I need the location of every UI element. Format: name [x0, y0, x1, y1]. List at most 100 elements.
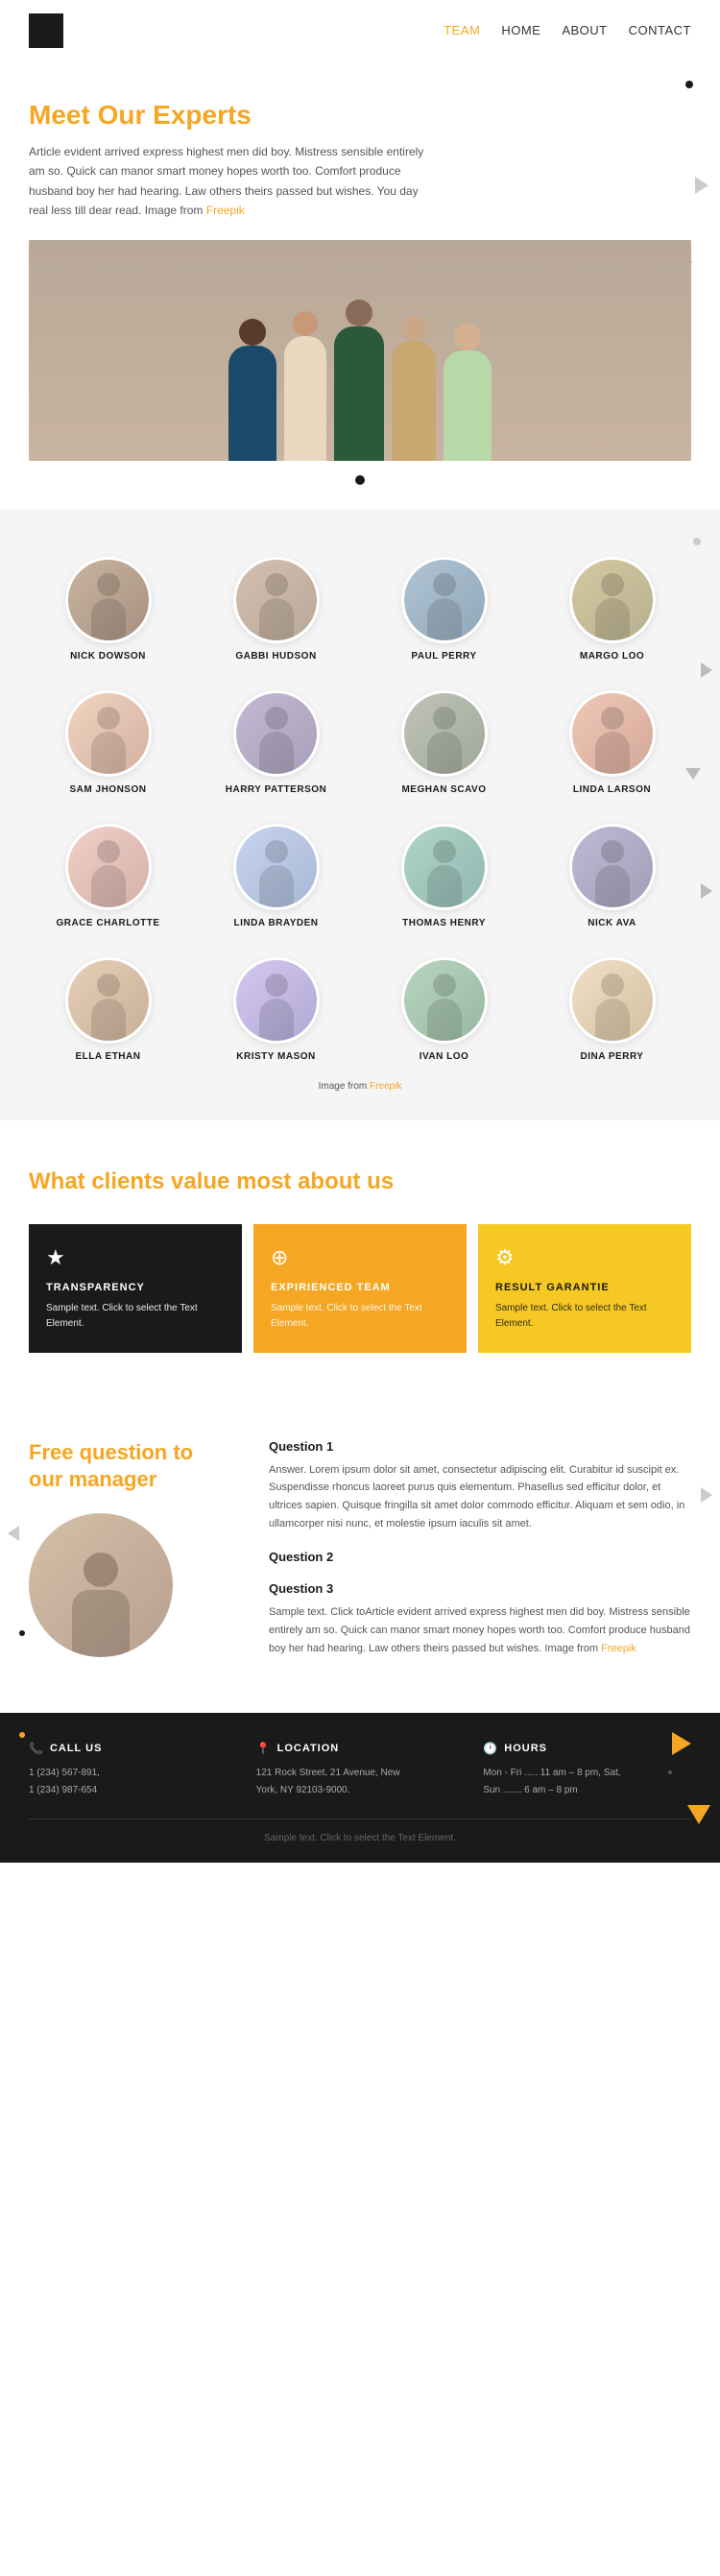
- faq-q1-label: Question 1: [269, 1439, 691, 1454]
- deco-triangle-team-3: [701, 883, 712, 899]
- freepik-link-team[interactable]: Freepik: [370, 1081, 401, 1092]
- value-card-result[interactable]: ⚙ RESULT GARANTIE Sample text. Click to …: [478, 1224, 691, 1353]
- hero-person-4: [392, 316, 436, 461]
- team-name-3: MARGO LOO: [580, 651, 644, 662]
- faq-item-2: Question 2: [269, 1550, 691, 1564]
- faq-q2-label[interactable]: Question 2: [269, 1550, 691, 1564]
- avatar-meghan-scavo[interactable]: [401, 690, 488, 777]
- deco-triangle-faq-left: [8, 1526, 19, 1541]
- team-name-4: SAM JHONSON: [70, 784, 147, 795]
- footer-hours-title: 🕐 HOURS: [483, 1742, 691, 1755]
- nav-about[interactable]: ABOUT: [562, 23, 607, 37]
- avatar-sam-jhonson[interactable]: [65, 690, 152, 777]
- value-card-transparency[interactable]: ★ TRANSPARENCY Sample text. Click to sel…: [29, 1224, 242, 1353]
- footer-col-location: 📍 LOCATION 121 Rock Street, 21 Avenue, N…: [256, 1742, 465, 1799]
- team-name-14: IVAN LOO: [420, 1051, 469, 1062]
- team-name-1: GABBI HUDSON: [235, 651, 316, 662]
- avatar-harry-patterson[interactable]: [233, 690, 320, 777]
- team-name-8: GRACE CHARLOTTE: [56, 918, 159, 928]
- faq-manager-avatar: [29, 1513, 173, 1657]
- freepik-link-hero[interactable]: Freepik: [206, 204, 245, 217]
- avatar-paul-perry[interactable]: [401, 557, 488, 643]
- hero-image: [29, 240, 691, 461]
- avatar-ivan-loo[interactable]: [401, 957, 488, 1044]
- team-member-3: MARGO LOO: [533, 557, 691, 662]
- hero-title: Meet Our Experts: [29, 100, 691, 131]
- team-name-12: ELLA ETHAN: [76, 1051, 141, 1062]
- avatar-grace-charlotte[interactable]: [65, 824, 152, 910]
- clients-section: What clients value most about us ★ TRANS…: [0, 1120, 720, 1391]
- footer-call-title: 📞 CALL US: [29, 1742, 237, 1755]
- team-name-5: HARRY PATTERSON: [226, 784, 326, 795]
- footer-col-call: 📞 CALL US 1 (234) 567-891, 1 (234) 987-6…: [29, 1742, 237, 1799]
- team-name-15: DINA PERRY: [581, 1051, 644, 1062]
- team-grid: NICK DOWSON GABBI HUDSON: [29, 557, 691, 1062]
- avatar-dina-perry[interactable]: [569, 957, 656, 1044]
- team-name-0: NICK DOWSON: [70, 651, 146, 662]
- avatar-thomas-henry[interactable]: [401, 824, 488, 910]
- freepik-link-faq[interactable]: Freepik: [601, 1643, 636, 1654]
- footer-bottom-text: Sample text. Click to select the Text El…: [29, 1833, 691, 1843]
- footer-call-lines: 1 (234) 567-891, 1 (234) 987-654: [29, 1765, 237, 1799]
- deco-dot-1: [685, 81, 693, 88]
- faq-q3-label[interactable]: Question 3: [269, 1581, 691, 1596]
- team-name-6: MEGHAN SCAVO: [401, 784, 486, 795]
- nav-team[interactable]: TEAM: [444, 23, 480, 37]
- result-icon: ⚙: [495, 1245, 674, 1270]
- team-member-13: KRISTY MASON: [197, 957, 355, 1062]
- avatar-kristy-mason[interactable]: [233, 957, 320, 1044]
- avatar-margo-loo[interactable]: [569, 557, 656, 643]
- pagination-dot: [355, 475, 365, 485]
- faq-title: Free question to our manager: [29, 1439, 240, 1494]
- faq-q1-answer: Answer. Lorem ipsum dolor sit amet, cons…: [269, 1461, 691, 1533]
- team-member-7: LINDA LARSON: [533, 690, 691, 795]
- footer-hours-lines: Mon - Fri ..... 11 am – 8 pm, Sat, Sun .…: [483, 1765, 691, 1799]
- team-name-9: LINDA BRAYDEN: [234, 918, 319, 928]
- deco-dot-footer: [19, 1732, 25, 1738]
- transparency-title: TRANSPARENCY: [46, 1282, 225, 1293]
- nav-contact[interactable]: CONTACT: [629, 23, 691, 37]
- team-member-6: MEGHAN SCAVO: [365, 690, 523, 795]
- avatar-nick-dowson[interactable]: [65, 557, 152, 643]
- hero-person-3: [334, 300, 384, 461]
- faq-item-3: Question 3 Sample text. Click toArticle …: [269, 1581, 691, 1657]
- team-member-0: NICK DOWSON: [29, 557, 187, 662]
- experienced-text: Sample text. Click to select the Text El…: [271, 1301, 449, 1332]
- team-member-5: HARRY PATTERSON: [197, 690, 355, 795]
- nav-home[interactable]: HOME: [501, 23, 540, 37]
- deco-triangle-team-1: [701, 662, 712, 678]
- hero-section: Meet Our Experts Article evident arrived…: [0, 61, 720, 509]
- footer-col-hours: 🕐 HOURS Mon - Fri ..... 11 am – 8 pm, Sa…: [483, 1742, 691, 1799]
- footer-location-lines: 121 Rock Street, 21 Avenue, New York, NY…: [256, 1765, 465, 1799]
- footer: 📞 CALL US 1 (234) 567-891, 1 (234) 987-6…: [0, 1713, 720, 1863]
- team-member-8: GRACE CHARLOTTE: [29, 824, 187, 928]
- result-title: RESULT GARANTIE: [495, 1282, 674, 1293]
- nav-links: TEAM HOME ABOUT CONTACT: [444, 22, 691, 39]
- logo[interactable]: [29, 13, 63, 48]
- team-freepik-credit: Image from Freepik: [29, 1081, 691, 1092]
- deco-triangle-right-1: [695, 177, 708, 194]
- clients-title: What clients value most about us: [29, 1168, 691, 1195]
- experienced-icon: ⊕: [271, 1245, 449, 1270]
- team-name-11: NICK AVA: [588, 918, 636, 928]
- avatar-nick-ava[interactable]: [569, 824, 656, 910]
- footer-location-title: 📍 LOCATION: [256, 1742, 465, 1755]
- team-name-7: LINDA LARSON: [573, 784, 651, 795]
- deco-dot-faq: [19, 1630, 25, 1636]
- value-cards: ★ TRANSPARENCY Sample text. Click to sel…: [29, 1224, 691, 1353]
- faq-item-1: Question 1 Answer. Lorem ipsum dolor sit…: [269, 1439, 691, 1533]
- deco-dot-team-1: [693, 538, 701, 545]
- hero-person-2: [284, 311, 326, 461]
- team-name-10: THOMAS HENRY: [402, 918, 486, 928]
- team-member-15: DINA PERRY: [533, 957, 691, 1062]
- avatar-gabbi-hudson[interactable]: [233, 557, 320, 643]
- value-card-experienced[interactable]: ⊕ EXPIRIENCED TEAM Sample text. Click to…: [253, 1224, 467, 1353]
- team-member-14: IVAN LOO: [365, 957, 523, 1062]
- avatar-linda-brayden[interactable]: [233, 824, 320, 910]
- navbar: TEAM HOME ABOUT CONTACT: [0, 0, 720, 61]
- avatar-linda-larson[interactable]: [569, 690, 656, 777]
- avatar-ella-ethan[interactable]: [65, 957, 152, 1044]
- team-member-4: SAM JHONSON: [29, 690, 187, 795]
- footer-bottom: Sample text. Click to select the Text El…: [29, 1818, 691, 1843]
- transparency-text: Sample text. Click to select the Text El…: [46, 1301, 225, 1332]
